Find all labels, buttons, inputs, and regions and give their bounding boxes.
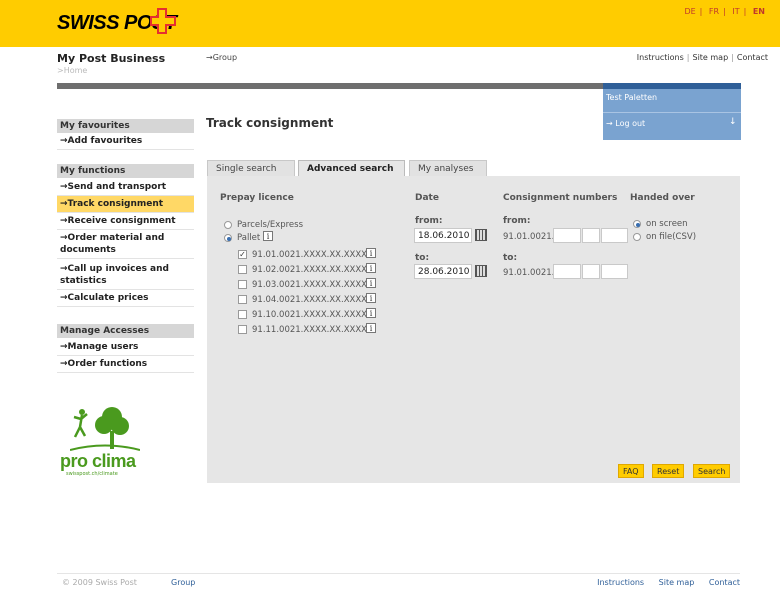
licence-checkbox[interactable]	[238, 310, 247, 319]
search-button[interactable]: Search	[693, 464, 731, 478]
pallet-label: Pallet	[237, 233, 261, 243]
licence-label: 91.03.0021.XXXX.XX.XXXX	[252, 280, 368, 290]
language-switcher: DE | FR | IT | EN	[684, 7, 765, 16]
consignment-to-prefix: 91.01.0021.	[503, 268, 555, 278]
lang-de[interactable]: DE	[684, 7, 695, 16]
consignment-from-part2[interactable]	[582, 228, 600, 243]
handed-over-heading: Handed over	[630, 193, 695, 203]
licence-checkbox[interactable]	[238, 280, 247, 289]
radio-on-screen[interactable]	[633, 220, 641, 228]
pro-clima-tree-icon	[70, 407, 140, 451]
footer-group-link[interactable]: Group	[171, 578, 195, 587]
consignment-from-part1[interactable]	[553, 228, 581, 243]
user-name: Test Paletten	[606, 93, 658, 102]
date-heading: Date	[415, 193, 439, 203]
calendar-icon[interactable]	[475, 229, 487, 241]
consignment-to-part3[interactable]	[601, 264, 628, 279]
tab-single-search[interactable]: Single search	[207, 160, 295, 177]
licence-checkbox[interactable]: ✓	[238, 250, 247, 259]
consignment-to-label: to:	[503, 253, 518, 263]
lang-it[interactable]: IT	[732, 7, 739, 16]
licence-checkbox[interactable]	[238, 295, 247, 304]
logout-link[interactable]: → Log out	[606, 119, 645, 128]
info-icon[interactable]: i	[366, 293, 376, 303]
swiss-cross-logo-icon	[150, 8, 176, 34]
lang-en[interactable]: EN	[753, 7, 765, 16]
calendar-icon[interactable]	[475, 265, 487, 277]
on-screen-label: on screen	[646, 219, 688, 229]
footer-instructions-link[interactable]: Instructions	[597, 578, 644, 587]
pro-clima-logo: pro clima	[60, 451, 136, 471]
reset-button[interactable]: Reset	[652, 464, 685, 478]
licence-label: 91.01.0021.XXXX.XX.XXXX	[252, 250, 368, 260]
sidebar-item-calculate[interactable]: →Calculate prices	[57, 290, 194, 307]
consignment-from-prefix: 91.01.0021.	[503, 232, 555, 242]
footer-links: Instructions Site map Contact	[585, 578, 740, 587]
sitemap-link[interactable]: Site map	[692, 53, 728, 62]
sidebar-item-receive[interactable]: →Receive consignment	[57, 213, 194, 230]
footer-contact-link[interactable]: Contact	[709, 578, 740, 587]
info-icon[interactable]: i	[366, 248, 376, 258]
pro-clima-url: swisspost.ch/climate	[66, 471, 118, 477]
date-from-label: from:	[415, 216, 443, 226]
consignment-heading: Consignment numbers	[503, 193, 618, 203]
consignment-to-part2[interactable]	[582, 264, 600, 279]
footer-divider	[57, 573, 740, 574]
info-icon[interactable]: i	[366, 263, 376, 273]
sidebar-item-order-material[interactable]: →Order material and documents	[57, 230, 194, 259]
page-title: Track consignment	[206, 116, 334, 130]
instructions-link[interactable]: Instructions	[637, 53, 684, 62]
licence-checkbox[interactable]	[238, 265, 247, 274]
favourites-heading: My favourites	[57, 119, 194, 133]
functions-heading: My functions	[57, 164, 194, 178]
consignment-to-part1[interactable]	[553, 264, 581, 279]
sidebar-item-send[interactable]: →Send and transport	[57, 179, 194, 196]
info-icon[interactable]: i	[263, 231, 273, 241]
sidebar-item-add-favourites[interactable]: →Add favourites	[57, 133, 194, 150]
user-divider	[603, 112, 741, 113]
group-link[interactable]: →Group	[206, 53, 237, 62]
info-icon[interactable]: i	[366, 278, 376, 288]
on-file-label: on file(CSV)	[646, 232, 697, 242]
radio-parcels[interactable]	[224, 221, 232, 229]
consignment-from-part3[interactable]	[601, 228, 628, 243]
licence-label: 91.04.0021.XXXX.XX.XXXX	[252, 295, 368, 305]
date-from-input[interactable]: 18.06.2010	[414, 228, 472, 243]
top-links: Instructions | Site map | Contact	[636, 53, 768, 62]
footer-sitemap-link[interactable]: Site map	[659, 578, 695, 587]
info-icon[interactable]: i	[366, 323, 376, 333]
arrow-down-icon[interactable]: ↓	[729, 117, 737, 127]
radio-pallet[interactable]	[224, 234, 232, 242]
divider-bar	[57, 83, 603, 89]
consignment-from-label: from:	[503, 216, 531, 226]
licence-label: 91.11.0021.XXXX.XX.XXXX	[252, 325, 368, 335]
copyright: © 2009 Swiss Post	[62, 578, 137, 587]
breadcrumb-home[interactable]: >Home	[57, 66, 87, 75]
sidebar-item-order-functions[interactable]: →Order functions	[57, 356, 194, 373]
prepay-heading: Prepay licence	[220, 193, 294, 203]
date-to-input[interactable]: 28.06.2010	[414, 264, 472, 279]
licence-label: 91.10.0021.XXXX.XX.XXXX	[252, 310, 368, 320]
faq-button[interactable]: FAQ	[618, 464, 644, 478]
radio-on-file[interactable]	[633, 233, 641, 241]
parcels-label: Parcels/Express	[237, 220, 304, 230]
sidebar-item-manage-users[interactable]: →Manage users	[57, 339, 194, 356]
sidebar-item-invoices[interactable]: →Call up invoices and statistics	[57, 261, 194, 290]
tab-my-analyses[interactable]: My analyses	[409, 160, 487, 177]
site-title[interactable]: My Post Business	[57, 52, 165, 65]
lang-fr[interactable]: FR	[709, 7, 719, 16]
access-heading: Manage Accesses	[57, 324, 194, 338]
licence-label: 91.02.0021.XXXX.XX.XXXX	[252, 265, 368, 275]
info-icon[interactable]: i	[366, 308, 376, 318]
licence-checkbox[interactable]	[238, 325, 247, 334]
contact-link[interactable]: Contact	[737, 53, 768, 62]
date-to-label: to:	[415, 253, 430, 263]
sidebar-item-track[interactable]: →Track consignment	[57, 196, 194, 213]
